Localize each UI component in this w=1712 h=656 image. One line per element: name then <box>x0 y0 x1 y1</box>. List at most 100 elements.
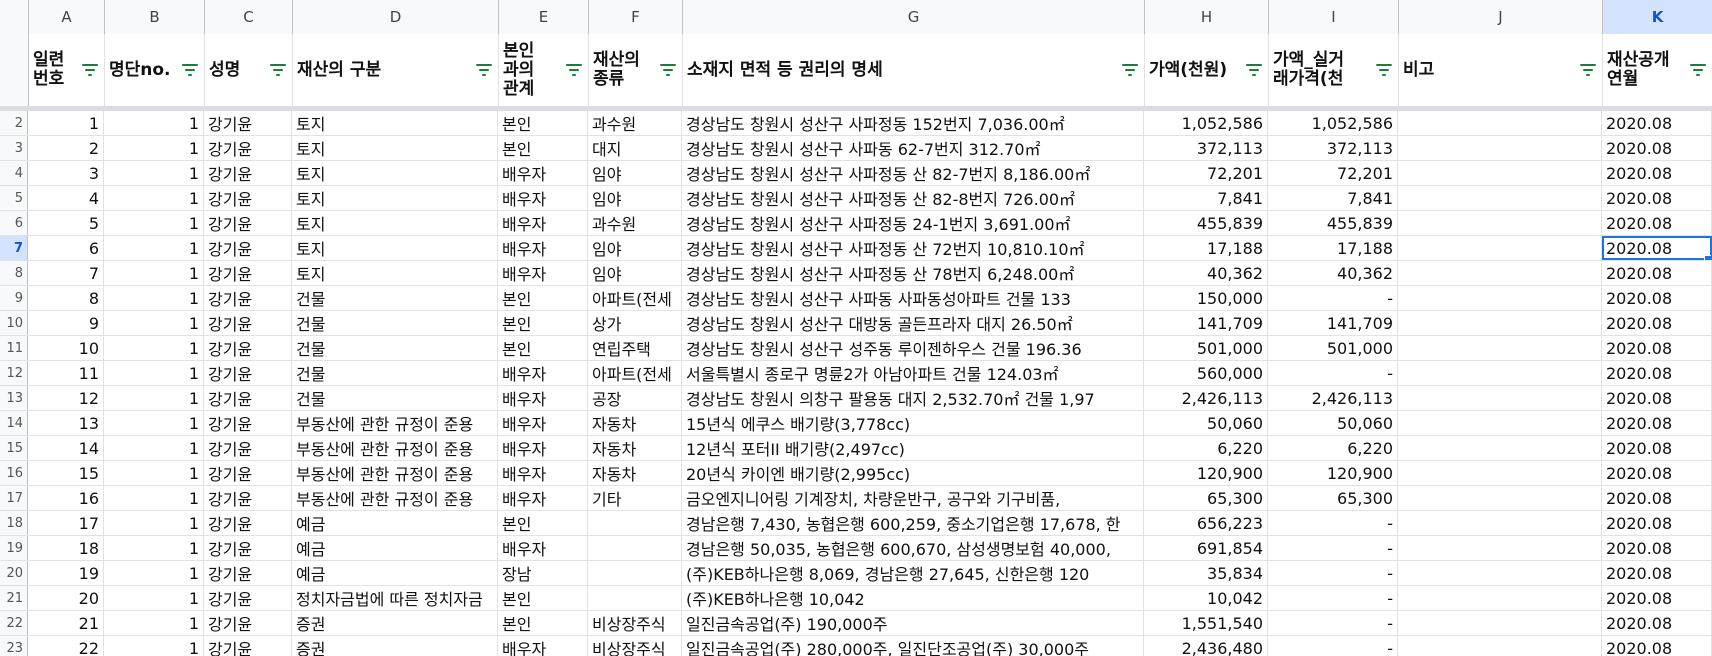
cell-g[interactable]: 경상남도 창원시 성산구 사파정동 산 82-7번지 8,186.00㎡ <box>682 161 1144 185</box>
header-cell-d[interactable]: 재산의 구분 <box>293 34 499 106</box>
cell-e[interactable]: 본인 <box>498 611 588 635</box>
cell-b[interactable]: 1 <box>104 411 204 435</box>
cell-h[interactable]: 65,300 <box>1144 486 1268 510</box>
column-header-c[interactable]: C <box>205 0 293 34</box>
cell-k[interactable]: 2020.08 <box>1602 161 1712 185</box>
cell-f[interactable]: 과수원 <box>588 211 682 235</box>
cell-d[interactable]: 건물 <box>292 336 498 360</box>
cell-j[interactable] <box>1398 311 1602 335</box>
cell-a[interactable]: 9 <box>28 311 104 335</box>
cell-i[interactable]: 120,900 <box>1268 461 1398 485</box>
filter-icon[interactable] <box>182 63 198 77</box>
cell-k[interactable]: 2020.08 <box>1602 336 1712 360</box>
cell-h[interactable]: 372,113 <box>1144 136 1268 160</box>
cell-f[interactable]: 기타 <box>588 486 682 510</box>
cell-h[interactable]: 150,000 <box>1144 286 1268 310</box>
cell-b[interactable]: 1 <box>104 436 204 460</box>
cell-a[interactable]: 12 <box>28 386 104 410</box>
cell-j[interactable] <box>1398 461 1602 485</box>
cell-f[interactable] <box>588 511 682 535</box>
row-number[interactable]: 18 <box>0 511 28 535</box>
cell-k[interactable]: 2020.08 <box>1602 536 1712 560</box>
cell-b[interactable]: 1 <box>104 636 204 656</box>
cell-j[interactable] <box>1398 161 1602 185</box>
cell-d[interactable]: 정치자금법에 따른 정치자금 <box>292 586 498 610</box>
cell-j[interactable] <box>1398 286 1602 310</box>
cell-f[interactable]: 임야 <box>588 186 682 210</box>
row-number[interactable]: 19 <box>0 536 28 560</box>
cell-j[interactable] <box>1398 411 1602 435</box>
cell-h[interactable]: 40,362 <box>1144 261 1268 285</box>
cell-i[interactable]: 6,220 <box>1268 436 1398 460</box>
filter-icon[interactable] <box>660 63 676 77</box>
column-header-k[interactable]: K <box>1603 0 1712 34</box>
cell-e[interactable]: 배우자 <box>498 411 588 435</box>
cell-i[interactable]: 40,362 <box>1268 261 1398 285</box>
cell-c[interactable]: 강기윤 <box>204 236 292 260</box>
cell-d[interactable]: 예금 <box>292 536 498 560</box>
cell-g[interactable]: 금오엔지니어링 기계장치, 차량운반구, 공구와 기구비품, <box>682 486 1144 510</box>
cell-c[interactable]: 강기윤 <box>204 561 292 585</box>
cell-a[interactable]: 21 <box>28 611 104 635</box>
cell-b[interactable]: 1 <box>104 211 204 235</box>
column-header-e[interactable]: E <box>499 0 589 34</box>
cell-a[interactable]: 1 <box>28 111 104 135</box>
cell-g[interactable]: (주)KEB하나은행 8,069, 경남은행 27,645, 신한은행 120 <box>682 561 1144 585</box>
column-header-f[interactable]: F <box>589 0 683 34</box>
cell-i[interactable]: - <box>1268 361 1398 385</box>
cell-d[interactable]: 건물 <box>292 286 498 310</box>
cell-b[interactable]: 1 <box>104 261 204 285</box>
cell-c[interactable]: 강기윤 <box>204 211 292 235</box>
cell-j[interactable] <box>1398 186 1602 210</box>
cell-k[interactable]: 2020.08 <box>1602 286 1712 310</box>
cell-d[interactable]: 토지 <box>292 161 498 185</box>
cell-i[interactable]: 372,113 <box>1268 136 1398 160</box>
cell-a[interactable]: 16 <box>28 486 104 510</box>
row-number[interactable]: 7 <box>0 236 28 260</box>
cell-b[interactable]: 1 <box>104 486 204 510</box>
cell-a[interactable]: 7 <box>28 261 104 285</box>
header-cell-b[interactable]: 명단no. <box>105 34 205 106</box>
cell-j[interactable] <box>1398 536 1602 560</box>
cell-i[interactable]: 501,000 <box>1268 336 1398 360</box>
cell-i[interactable]: 50,060 <box>1268 411 1398 435</box>
cell-g[interactable]: 경상남도 창원시 성산구 사파정동 산 82-8번지 726.00㎡ <box>682 186 1144 210</box>
cell-k[interactable]: 2020.08 <box>1602 411 1712 435</box>
cell-c[interactable]: 강기윤 <box>204 311 292 335</box>
cell-c[interactable]: 강기윤 <box>204 186 292 210</box>
cell-e[interactable]: 배우자 <box>498 486 588 510</box>
cell-k[interactable]: 2020.08 <box>1602 461 1712 485</box>
cell-c[interactable]: 강기윤 <box>204 161 292 185</box>
cell-i[interactable]: - <box>1268 536 1398 560</box>
cell-f[interactable] <box>588 561 682 585</box>
row-number[interactable]: 10 <box>0 311 28 335</box>
cell-g[interactable]: 경상남도 창원시 성산구 사파동 사파동성아파트 건물 133 <box>682 286 1144 310</box>
cell-i[interactable]: 1,052,586 <box>1268 111 1398 135</box>
filter-icon[interactable] <box>476 63 492 77</box>
cell-c[interactable]: 강기윤 <box>204 111 292 135</box>
row-number[interactable] <box>0 34 29 106</box>
cell-g[interactable]: 15년식 에쿠스 배기량(3,778cc) <box>682 411 1144 435</box>
cell-d[interactable]: 증권 <box>292 611 498 635</box>
cell-b[interactable]: 1 <box>104 111 204 135</box>
cell-a[interactable]: 8 <box>28 286 104 310</box>
header-cell-e[interactable]: 본인 과의 관계 <box>499 34 589 106</box>
header-cell-g[interactable]: 소재지 면적 등 권리의 명세 <box>683 34 1145 106</box>
cell-j[interactable] <box>1398 561 1602 585</box>
row-number[interactable]: 6 <box>0 211 28 235</box>
cell-d[interactable]: 예금 <box>292 511 498 535</box>
filter-icon[interactable] <box>82 63 98 77</box>
cell-k[interactable]: 2020.08 <box>1602 511 1712 535</box>
cell-c[interactable]: 강기윤 <box>204 361 292 385</box>
cell-e[interactable]: 배우자 <box>498 386 588 410</box>
cell-a[interactable]: 18 <box>28 536 104 560</box>
cell-k[interactable]: 2020.08 <box>1602 311 1712 335</box>
fill-handle[interactable] <box>1704 255 1711 260</box>
cell-b[interactable]: 1 <box>104 386 204 410</box>
cell-k[interactable]: 2020.08 <box>1602 211 1712 235</box>
cell-h[interactable]: 560,000 <box>1144 361 1268 385</box>
column-header-i[interactable]: I <box>1269 0 1399 34</box>
cell-a[interactable]: 4 <box>28 186 104 210</box>
cell-b[interactable]: 1 <box>104 186 204 210</box>
cell-k[interactable]: 2020.08 <box>1602 636 1712 656</box>
